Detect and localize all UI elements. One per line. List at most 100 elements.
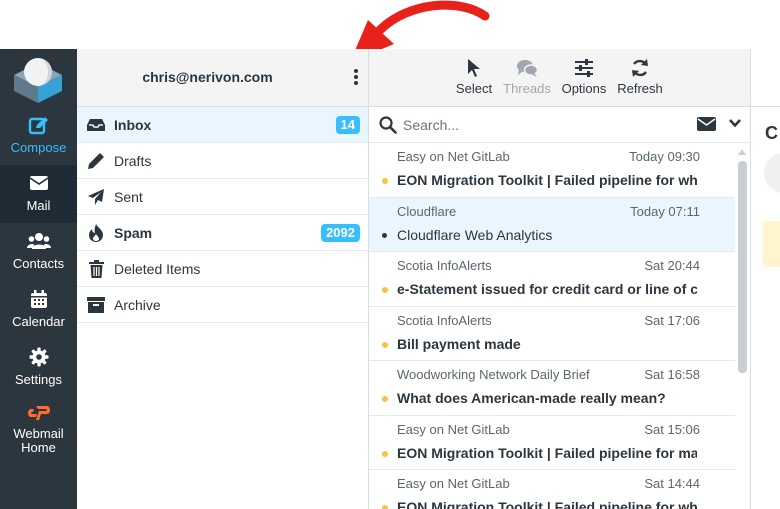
message-sender: Scotia InfoAlerts <box>397 258 492 273</box>
options-button[interactable]: Options <box>559 55 609 96</box>
scrollbar-thumb[interactable] <box>738 161 747 373</box>
unread-dot-icon <box>382 450 388 457</box>
message-sender: Cloudflare <box>397 203 457 219</box>
message-subject: EON Migration Toolkit | Failed pipeline … <box>397 172 697 188</box>
calendar-icon <box>30 289 47 308</box>
account-email: chris@nerivon.com <box>142 69 273 85</box>
mail-icon <box>29 176 48 190</box>
scroll-up-arrow-icon[interactable] <box>738 149 746 155</box>
folder-label: Inbox <box>114 117 152 133</box>
compose-icon <box>28 117 48 135</box>
message-sender: Woodworking Network Daily Brief <box>397 367 590 382</box>
message-subject: EON Migration Toolkit | Failed pipeline … <box>397 499 697 509</box>
nav-settings-label: Settings <box>15 372 62 387</box>
message-subject: EON Migration Toolkit | Failed pipeline … <box>397 444 697 461</box>
folder-archive[interactable]: Archive <box>77 287 368 323</box>
preview-pane: C <box>751 49 780 509</box>
unread-count-badge: 14 <box>335 116 360 134</box>
nav-webmail-home[interactable]: Webmail Home <box>0 397 77 467</box>
message-sender: Easy on Net GitLab <box>397 476 510 491</box>
nav-contacts-label: Contacts <box>12 256 65 271</box>
trash-icon <box>88 260 104 278</box>
folder-label: Deleted Items <box>114 261 201 277</box>
nav-compose-label: Compose <box>10 140 67 155</box>
refresh-icon <box>632 59 648 77</box>
read-dot-icon <box>382 232 387 238</box>
folder-panel-header: chris@nerivon.com <box>77 49 368 107</box>
nav-mail-label: Mail <box>26 198 51 213</box>
kebab-menu-icon[interactable] <box>352 67 360 87</box>
refresh-button-label: Refresh <box>617 81 663 96</box>
folder-label: Archive <box>114 297 161 313</box>
message-list: Easy on Net GitLab Today 09:30 EON Migra… <box>369 143 750 509</box>
paper-plane-icon <box>88 189 104 205</box>
folder-spam[interactable]: Spam 2092 <box>77 215 368 251</box>
message-date: Sat 16:58 <box>644 367 700 382</box>
cpanel-logo-icon <box>27 406 50 420</box>
unread-dot-icon <box>382 287 388 293</box>
threads-button-label: Threads <box>503 81 551 96</box>
unread-dot-icon <box>382 178 388 184</box>
unread-dot-icon <box>382 505 388 509</box>
search-icon <box>379 116 397 134</box>
select-button-label: Select <box>455 81 493 96</box>
select-button[interactable]: Select <box>451 55 497 96</box>
message-date: Today 07:11 <box>630 203 700 219</box>
webmail-app: { "nav": { "items": [ {"label": "Compose… <box>0 0 780 509</box>
message-row[interactable]: Easy on Net GitLab Sat 14:44 EON Migrati… <box>369 470 735 509</box>
folder-label: Sent <box>114 189 143 205</box>
nav-compose[interactable]: Compose <box>0 107 77 165</box>
message-row[interactable]: Easy on Net GitLab Today 09:30 EON Migra… <box>369 143 735 198</box>
fire-icon <box>89 224 103 242</box>
preview-title: C <box>765 123 778 143</box>
unread-dot-icon <box>382 341 388 348</box>
inbox-icon <box>87 119 105 131</box>
preview-header <box>751 49 780 107</box>
threads-button[interactable]: Threads <box>499 55 555 96</box>
message-sender: Easy on Net GitLab <box>397 421 510 437</box>
message-list-panel: Select Threads Options Refresh Easy <box>369 49 751 509</box>
message-subject: e-Statement issued for credit card or li… <box>397 281 697 297</box>
sliders-icon <box>575 59 593 77</box>
app-logo <box>14 58 62 103</box>
chevron-down-icon[interactable] <box>729 119 741 128</box>
search-input[interactable] <box>403 114 653 136</box>
nav-contacts[interactable]: Contacts <box>0 223 77 281</box>
message-subject: Cloudflare Web Analytics <box>397 226 553 243</box>
message-row[interactable]: Scotia InfoAlerts Sat 20:44 e-Statement … <box>369 252 735 307</box>
message-row[interactable]: Easy on Net GitLab Sat 15:06 EON Migrati… <box>369 416 735 470</box>
folder-deleted-items[interactable]: Deleted Items <box>77 251 368 287</box>
nav-settings[interactable]: Settings <box>0 339 77 397</box>
folder-drafts[interactable]: Drafts <box>77 143 368 179</box>
message-date: Today 09:30 <box>629 149 700 164</box>
nav-calendar[interactable]: Calendar <box>0 281 77 339</box>
options-button-label: Options <box>561 81 607 96</box>
folder-inbox[interactable]: Inbox 14 <box>77 107 368 143</box>
search-bar <box>369 107 750 143</box>
message-sender: Easy on Net GitLab <box>397 149 510 164</box>
message-date: Sat 20:44 <box>644 258 700 273</box>
folder-sent[interactable]: Sent <box>77 179 368 215</box>
list-toolbar: Select Threads Options Refresh <box>369 49 750 107</box>
envelope-icon[interactable] <box>697 117 716 131</box>
nav-mail[interactable]: Mail <box>0 165 77 223</box>
folder-label: Spam <box>114 225 153 241</box>
main-navigation: Compose Mail Contacts Calendar Settings … <box>0 49 77 509</box>
message-subject: Bill payment made <box>397 335 521 352</box>
avatar <box>764 153 780 193</box>
message-date: Sat 14:44 <box>644 476 700 491</box>
threads-icon <box>517 60 538 77</box>
message-subject: What does American-made really mean? <box>397 390 666 406</box>
message-row[interactable]: Woodworking Network Daily Brief Sat 16:5… <box>369 361 735 416</box>
cursor-icon <box>468 59 480 77</box>
message-row[interactable]: Cloudflare Today 07:11 Cloudflare Web An… <box>369 197 735 252</box>
refresh-button[interactable]: Refresh <box>615 55 665 96</box>
message-row[interactable]: Scotia InfoAlerts Sat 17:06 Bill payment… <box>369 307 735 361</box>
pencil-icon <box>88 153 104 169</box>
message-date: Sat 17:06 <box>644 312 700 328</box>
nav-webmail-home-label: Webmail Home <box>13 426 64 455</box>
warning-banner <box>763 221 780 267</box>
message-sender: Scotia InfoAlerts <box>397 312 492 328</box>
unread-dot-icon <box>382 396 388 402</box>
gear-icon <box>29 347 48 367</box>
